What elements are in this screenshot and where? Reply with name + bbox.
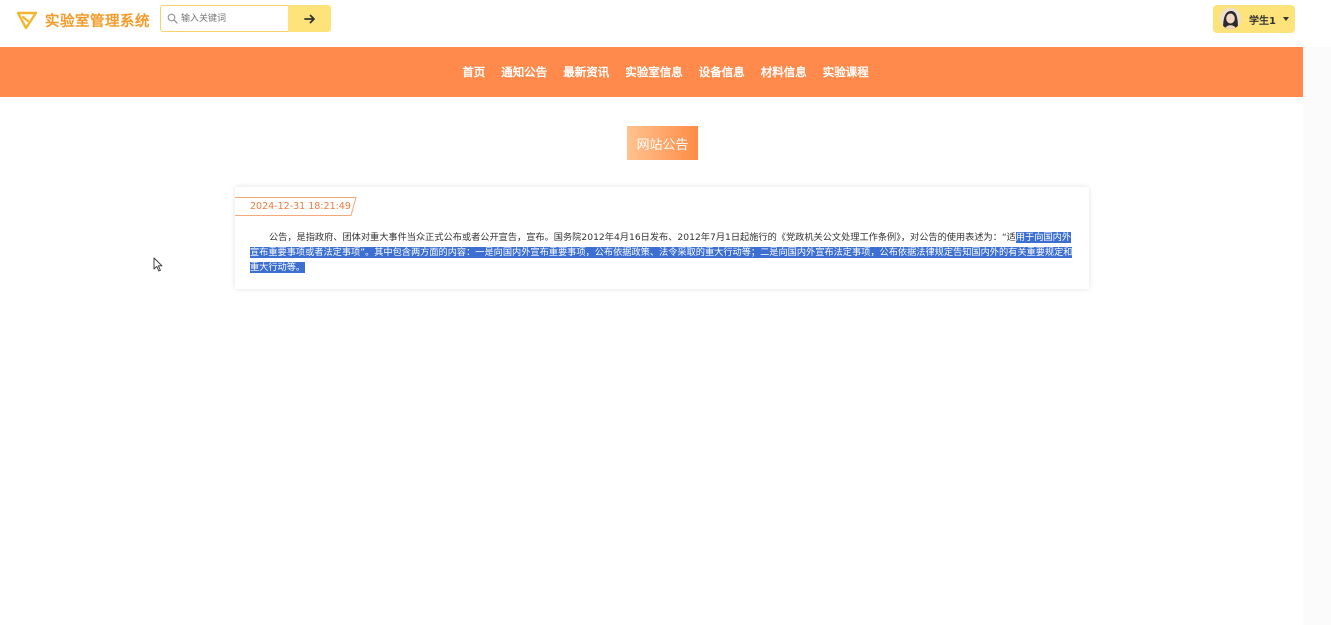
caret-down-icon (1283, 17, 1289, 21)
search-icon (167, 13, 178, 24)
nav-item-home[interactable]: 首页 (462, 64, 485, 80)
main-nav: 首页 通知公告 最新资讯 实验室信息 设备信息 材料信息 实验课程 (0, 47, 1331, 97)
paper-plane-icon[interactable] (17, 11, 37, 29)
search-box (160, 5, 288, 32)
mouse-pointer-icon (153, 257, 163, 272)
page-title: 网站公告 (627, 126, 698, 160)
user-name: 学生1 (1249, 16, 1276, 27)
nav-item-courses[interactable]: 实验课程 (823, 64, 869, 80)
nav-item-news[interactable]: 最新资讯 (563, 64, 609, 80)
user-menu-button[interactable]: 学生1 (1213, 5, 1295, 33)
scrollbar-track[interactable] (1303, 47, 1331, 625)
notice-content: 公告，是指政府、团体对重大事件当众正式公布或者公开宣告，宣布。国务院2012年4… (250, 230, 1073, 275)
nav-item-notices[interactable]: 通知公告 (501, 64, 547, 80)
nav-item-labs[interactable]: 实验室信息 (625, 64, 683, 80)
notice-datetime: 2024-12-31 18:21:49 (250, 201, 351, 212)
notice-card: 2024-12-31 18:21:49 公告，是指政府、团体对重大事件当众正式公… (235, 187, 1089, 289)
site-brand[interactable]: 实验室管理系统 (45, 10, 150, 31)
search-input[interactable] (181, 9, 281, 28)
nav-item-materials[interactable]: 材料信息 (761, 64, 807, 80)
top-bar: 实验室管理系统 学生1 (0, 0, 1331, 47)
nav-item-equipment[interactable]: 设备信息 (699, 64, 745, 80)
notice-text: 公告，是指政府、团体对重大事件当众正式公布或者公开宣告，宣布。国务院2012年4… (269, 232, 1016, 243)
arrow-right-icon (303, 14, 315, 23)
avatar (1220, 8, 1241, 29)
search-button[interactable] (288, 5, 331, 32)
